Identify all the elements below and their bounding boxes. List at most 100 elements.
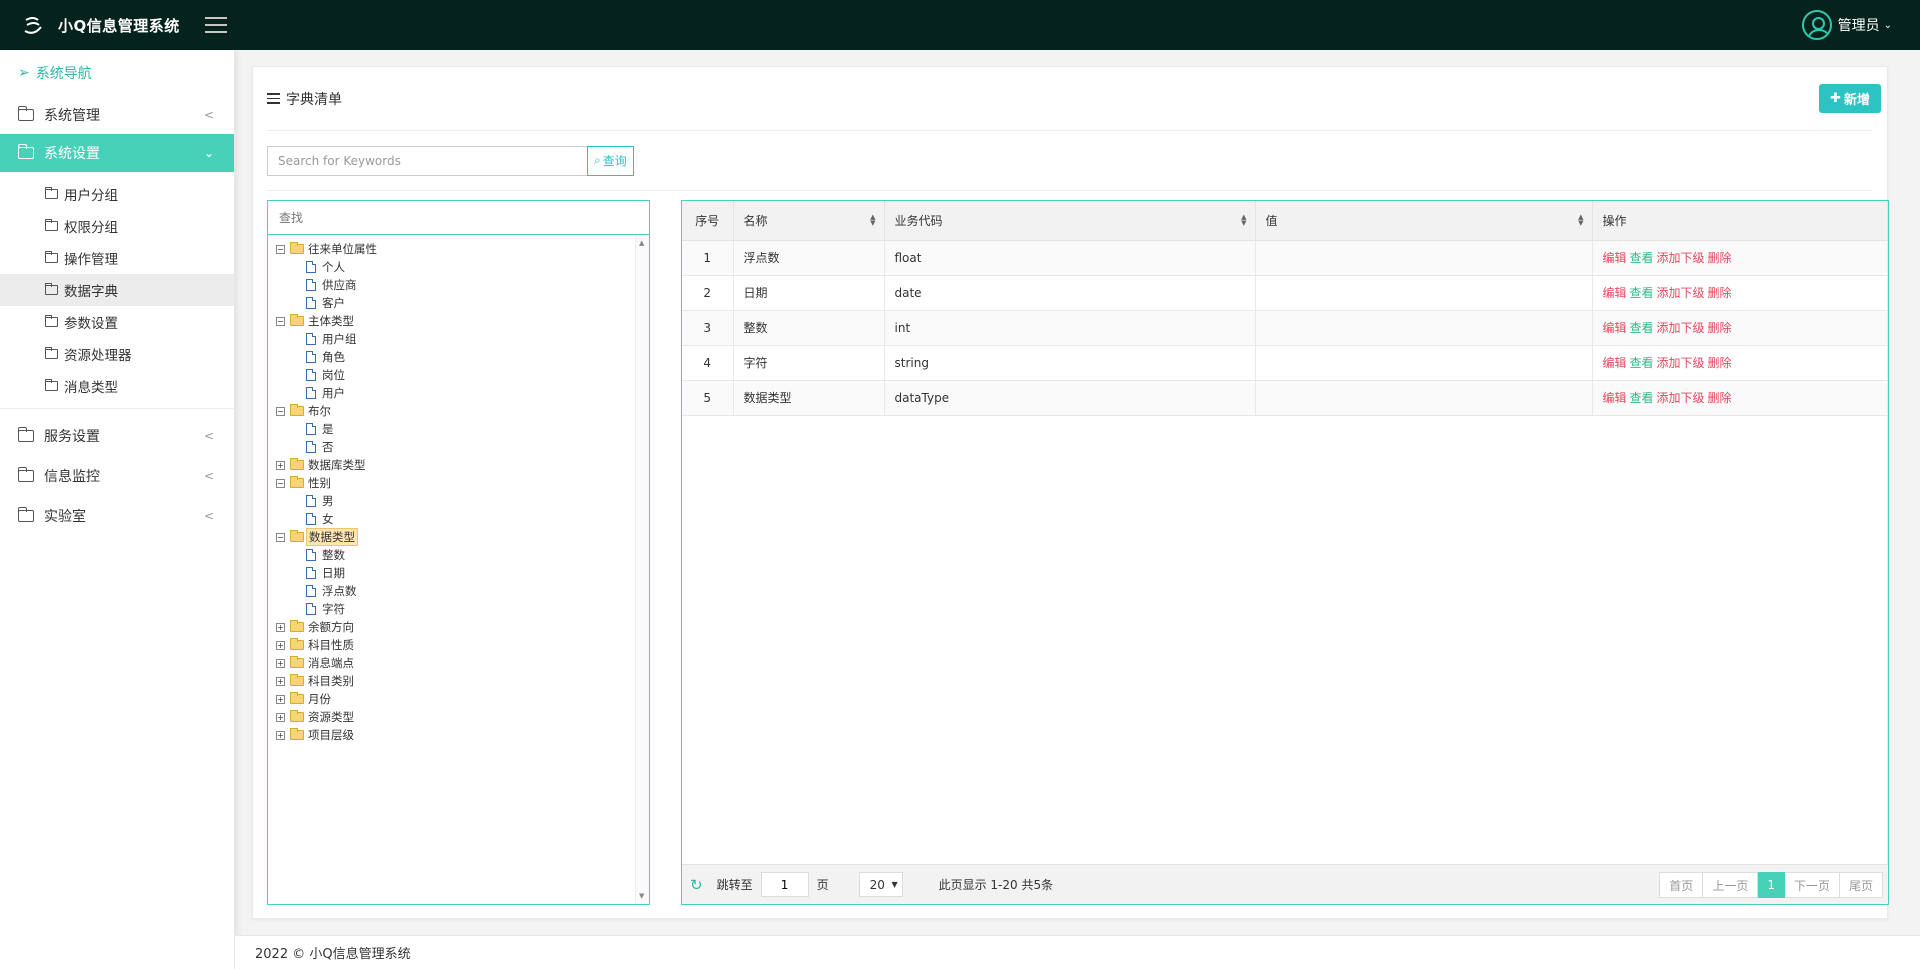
table-row[interactable]: 5 数据类型 dataType 编辑 查看 添加下级 删除 [682, 380, 1888, 416]
tree-node-group[interactable]: + 余额方向 [276, 618, 635, 636]
tree-node-group[interactable]: + 科目性质 [276, 636, 635, 654]
add-child-link[interactable]: 添加下级 [1657, 251, 1705, 265]
sidebar-subitem-parameters[interactable]: 参数设置 [0, 306, 234, 338]
sidebar-subitem-user-groups[interactable]: 用户分组 [0, 178, 234, 210]
edit-link[interactable]: 编辑 [1603, 251, 1627, 265]
expand-icon[interactable]: + [276, 712, 285, 722]
sidebar-item-system-management[interactable]: 系统管理 < [0, 96, 234, 134]
search-input[interactable] [267, 145, 587, 176]
tree-node-leaf[interactable]: 是 [276, 420, 635, 438]
tree-node-group[interactable]: + 数据库类型 [276, 456, 635, 474]
tree-node-group[interactable]: − 往来单位属性 [276, 240, 635, 258]
scroll-up-icon[interactable]: ▲ [639, 239, 644, 247]
page-size-select[interactable]: 20 ▼ [858, 872, 903, 897]
tree-node-leaf[interactable]: 用户 [276, 384, 635, 402]
view-link[interactable]: 查看 [1630, 391, 1654, 405]
tree-find-input[interactable] [268, 201, 649, 235]
tree-node-group[interactable]: − 性别 [276, 474, 635, 492]
edit-link[interactable]: 编辑 [1603, 321, 1627, 335]
delete-link[interactable]: 删除 [1708, 321, 1732, 335]
tree-node-leaf[interactable]: 个人 [276, 258, 635, 276]
sidebar-subitem-data-dictionary[interactable]: 数据字典 [0, 274, 234, 306]
tree-node-leaf[interactable]: 供应商 [276, 276, 635, 294]
delete-link[interactable]: 删除 [1708, 356, 1732, 370]
tree-node-leaf[interactable]: 浮点数 [276, 582, 635, 600]
tree-node-leaf[interactable]: 岗位 [276, 366, 635, 384]
add-child-link[interactable]: 添加下级 [1657, 391, 1705, 405]
tree-node-group[interactable]: + 科目类别 [276, 672, 635, 690]
tree-node-group[interactable]: + 项目层级 [276, 726, 635, 744]
dictionary-card: 字典清单 ✚ 新增 ⌕ 查询 − 往来单位属性个人供应商客户 − 主体类型用户组角色岗… [252, 66, 1889, 919]
tree-node-leaf[interactable]: 角色 [276, 348, 635, 366]
view-link[interactable]: 查看 [1630, 286, 1654, 300]
expand-icon[interactable]: + [276, 676, 285, 686]
goto-page-input[interactable] [760, 872, 809, 897]
column-header-code[interactable]: 业务代码 ▲ ▼ [884, 201, 1256, 241]
delete-link[interactable]: 删除 [1708, 286, 1732, 300]
collapse-icon[interactable]: − [276, 406, 285, 416]
add-child-link[interactable]: 添加下级 [1657, 286, 1705, 300]
query-button[interactable]: ⌕ 查询 [587, 145, 634, 176]
tree-node-group[interactable]: + 月份 [276, 690, 635, 708]
delete-link[interactable]: 删除 [1708, 391, 1732, 405]
tree-node-leaf[interactable]: 整数 [276, 546, 635, 564]
sidebar-subitem-message-types[interactable]: 消息类型 [0, 370, 234, 402]
collapse-icon[interactable]: − [276, 316, 285, 326]
table-row[interactable]: 2 日期 date 编辑 查看 添加下级 删除 [682, 275, 1888, 311]
column-header-value[interactable]: 值 ▲ ▼ [1255, 201, 1593, 241]
edit-link[interactable]: 编辑 [1603, 356, 1627, 370]
collapse-icon[interactable]: − [276, 478, 285, 488]
tree-node-group[interactable]: + 消息端点 [276, 654, 635, 672]
table-row[interactable]: 4 字符 string 编辑 查看 添加下级 删除 [682, 345, 1888, 381]
sidebar-subitem-permission-groups[interactable]: 权限分组 [0, 210, 234, 242]
view-link[interactable]: 查看 [1630, 321, 1654, 335]
expand-icon[interactable]: + [276, 460, 285, 470]
table-row[interactable]: 1 浮点数 float 编辑 查看 添加下级 删除 [682, 240, 1888, 276]
tree-node-leaf[interactable]: 客户 [276, 294, 635, 312]
hamburger-menu-icon[interactable] [205, 17, 227, 33]
add-child-link[interactable]: 添加下级 [1657, 356, 1705, 370]
collapse-icon[interactable]: − [276, 532, 285, 542]
tree-node-leaf[interactable]: 否 [276, 438, 635, 456]
sidebar-item-service-settings[interactable]: 服务设置 < [0, 417, 234, 455]
column-header-name[interactable]: 名称 ▲ ▼ [733, 201, 885, 241]
delete-link[interactable]: 删除 [1708, 251, 1732, 265]
tree-node-leaf[interactable]: 男 [276, 492, 635, 510]
expand-icon[interactable]: + [276, 730, 285, 740]
tree-scrollbar[interactable]: ▲ ▼ [635, 235, 649, 904]
edit-link[interactable]: 编辑 [1603, 391, 1627, 405]
user-menu[interactable]: 管理员 ⌄ [1801, 10, 1892, 40]
view-link[interactable]: 查看 [1630, 356, 1654, 370]
expand-icon[interactable]: + [276, 622, 285, 632]
sidebar-subitem-resource-handlers[interactable]: 资源处理器 [0, 338, 234, 370]
tree-node-group[interactable]: − 数据类型 [276, 528, 635, 546]
collapse-icon[interactable]: − [276, 244, 285, 254]
last-page-button[interactable]: 尾页 [1839, 872, 1883, 898]
sidebar-item-info-monitor[interactable]: 信息监控 < [0, 457, 234, 495]
edit-link[interactable]: 编辑 [1603, 286, 1627, 300]
sidebar-item-system-settings[interactable]: 系统设置 ⌄ [0, 134, 234, 172]
current-page-button[interactable]: 1 [1758, 872, 1785, 898]
add-child-link[interactable]: 添加下级 [1657, 321, 1705, 335]
view-link[interactable]: 查看 [1630, 251, 1654, 265]
tree-node-group[interactable]: − 主体类型 [276, 312, 635, 330]
footer-text: 2022 © 小Q信息管理系统 [255, 947, 411, 962]
expand-icon[interactable]: + [276, 658, 285, 668]
tree-node-leaf[interactable]: 用户组 [276, 330, 635, 348]
next-page-button[interactable]: 下一页 [1784, 872, 1840, 898]
scroll-down-icon[interactable]: ▼ [639, 892, 644, 900]
tree-node-group[interactable]: + 资源类型 [276, 708, 635, 726]
sidebar-item-lab[interactable]: 实验室 < [0, 497, 234, 535]
tree-node-leaf[interactable]: 字符 [276, 600, 635, 618]
tree-node-leaf[interactable]: 女 [276, 510, 635, 528]
expand-icon[interactable]: + [276, 640, 285, 650]
table-row[interactable]: 3 整数 int 编辑 查看 添加下级 删除 [682, 310, 1888, 346]
expand-icon[interactable]: + [276, 694, 285, 704]
prev-page-button[interactable]: 上一页 [1703, 872, 1759, 898]
add-button[interactable]: ✚ 新增 [1819, 84, 1881, 113]
first-page-button[interactable]: 首页 [1659, 872, 1704, 898]
refresh-icon[interactable]: ↻ [690, 876, 703, 894]
tree-node-leaf[interactable]: 日期 [276, 564, 635, 582]
sidebar-subitem-operations[interactable]: 操作管理 [0, 242, 234, 274]
tree-node-group[interactable]: − 布尔 [276, 402, 635, 420]
